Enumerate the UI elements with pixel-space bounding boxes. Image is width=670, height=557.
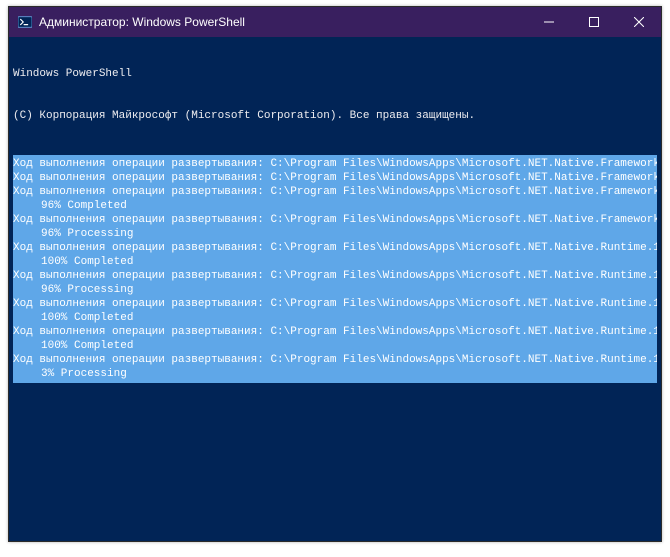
output-line: 100% Completed [13,255,657,269]
output-line: Ход выполнения операции развертывания: C… [13,185,657,199]
output-line: 96% Completed [13,199,657,213]
output-line: Ход выполнения операции развертывания: C… [13,353,657,367]
output-line: Ход выполнения операции развертывания: C… [13,269,657,283]
selected-output-block: Ход выполнения операции развертывания: C… [13,155,657,383]
output-line: Ход выполнения операции развертывания: C… [13,297,657,311]
titlebar[interactable]: Администратор: Windows PowerShell [9,7,661,37]
close-button[interactable] [616,7,661,37]
window-title: Администратор: Windows PowerShell [39,15,526,29]
window-controls [526,7,661,37]
output-line: Ход выполнения операции развертывания: C… [13,171,657,185]
output-line: Ход выполнения операции развертывания: C… [13,241,657,255]
output-line: 100% Completed [13,339,657,353]
powershell-window: Администратор: Windows PowerShell Window… [8,6,662,542]
minimize-button[interactable] [526,7,571,37]
output-line: 96% Processing [13,283,657,297]
app-icon [17,14,33,30]
output-line: 96% Processing [13,227,657,241]
terminal-copyright-line: (C) Корпорация Майкрософт (Microsoft Cor… [13,109,657,123]
maximize-button[interactable] [571,7,616,37]
terminal-area[interactable]: Windows PowerShell (C) Корпорация Майкро… [9,37,661,541]
output-line: Ход выполнения операции развертывания: C… [13,157,657,171]
output-line: 3% Processing [13,367,657,381]
output-line: 100% Completed [13,311,657,325]
output-line: Ход выполнения операции развертывания: C… [13,325,657,339]
output-line: Ход выполнения операции развертывания: C… [13,213,657,227]
terminal-header-line: Windows PowerShell [13,67,657,81]
